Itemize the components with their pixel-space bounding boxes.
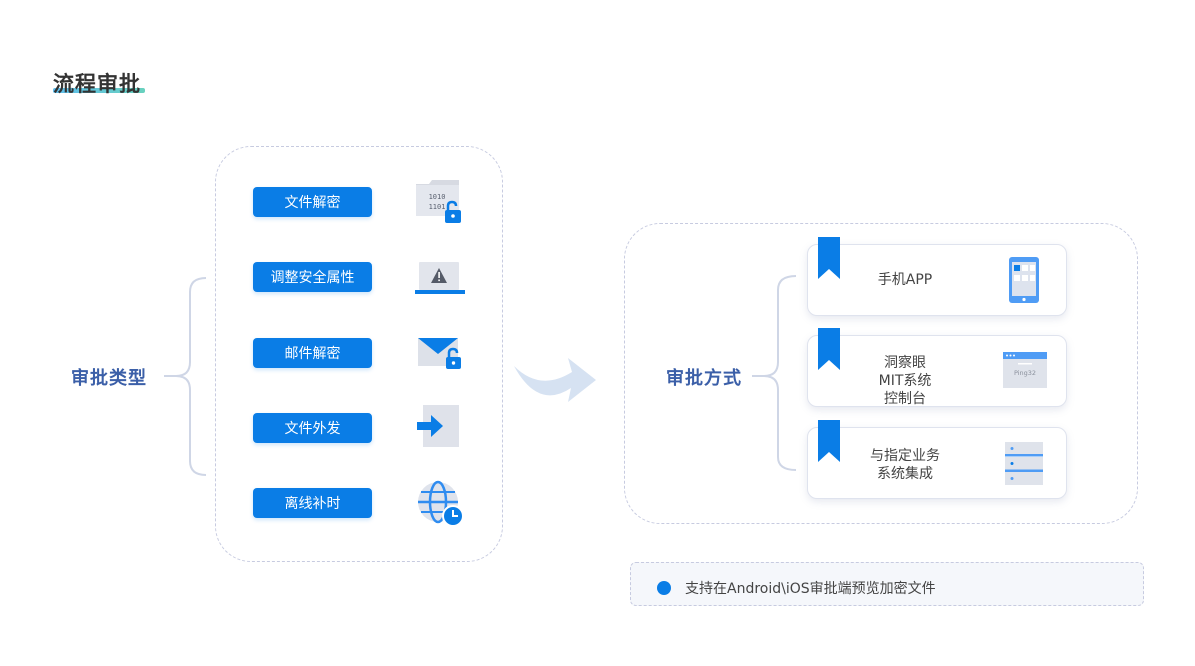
method-line: 洞察眼	[884, 355, 926, 371]
svg-text:1101: 1101	[429, 203, 446, 211]
left-bracket	[175, 277, 207, 476]
method-line: 手机APP	[877, 272, 933, 288]
flow-arrow	[514, 358, 596, 402]
method-line: 与指定业务	[870, 448, 940, 464]
type-file-outgoing-button[interactable]: 文件外发	[253, 413, 372, 443]
type-adjust-security-button[interactable]: 调整安全属性	[253, 262, 372, 292]
method-console-text: 洞察眼 MIT系统 控制台	[835, 354, 975, 408]
globe-clock-icon	[418, 480, 464, 527]
method-mobile-text: 手机APP	[835, 271, 975, 289]
laptop-warning-icon	[415, 262, 465, 294]
server-stack-icon	[1005, 442, 1043, 485]
type-file-decrypt-button[interactable]: 文件解密	[253, 187, 372, 217]
approval-types-label: 审批类型	[71, 368, 147, 389]
type-mail-decrypt-button[interactable]: 邮件解密	[253, 338, 372, 368]
mobile-phone-icon	[1009, 257, 1039, 303]
browser-window-icon: Ping32	[1003, 352, 1047, 388]
right-bracket	[763, 275, 797, 471]
encrypted-file-unlock-icon: 1010 1101	[416, 180, 461, 223]
svg-text:1010: 1010	[429, 193, 446, 201]
method-line: MIT系统	[878, 373, 932, 389]
method-line: 系统集成	[877, 466, 933, 482]
method-integration-text: 与指定业务 系统集成	[835, 447, 975, 483]
note-text: 支持在Android\iOS审批端预览加密文件	[685, 581, 936, 597]
type-offline-time-button[interactable]: 离线补时	[253, 488, 372, 518]
note-bullet-icon	[657, 581, 671, 595]
approval-methods-label: 审批方式	[666, 368, 742, 389]
mail-unlock-icon	[418, 338, 461, 369]
browser-brand-text: Ping32	[1014, 369, 1036, 377]
method-line: 控制台	[884, 391, 926, 407]
file-send-arrow-icon	[417, 405, 459, 447]
